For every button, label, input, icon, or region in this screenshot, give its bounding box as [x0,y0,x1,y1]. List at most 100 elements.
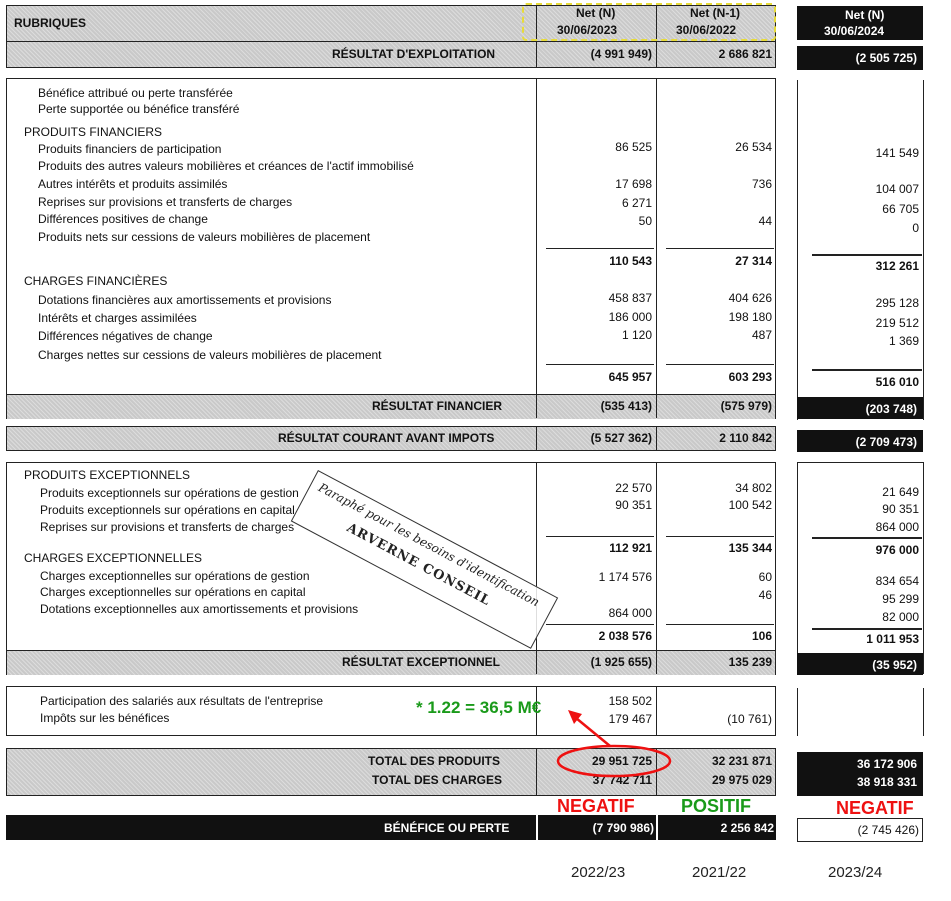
ce-row-label: Charges exceptionnelles sur opérations e… [40,585,306,599]
pf-row-n: 6 271 [621,196,652,210]
pf-total-n1: 27 314 [735,254,772,268]
cf-total-n1: 603 293 [728,370,772,384]
pf-total-n: 110 543 [609,254,652,268]
resultat-exceptionnel-n: (1 925 655) [590,655,652,669]
pe-total-n1: 135 344 [728,541,772,555]
col-2024-cf-2: 1 369 [888,334,919,348]
col-2024-pf-4: 0 [912,221,919,235]
col-2024-pf-2: 104 007 [875,182,919,196]
col-2024-exploitation: (2 505 725) [855,51,917,65]
col-2024-ce-total: 1 011 953 [866,632,919,646]
col-2024-pf-total: 312 261 [875,259,919,273]
ce-row-n: 864 000 [608,606,652,620]
year-label-n: 2022/23 [571,864,626,881]
produits-financiers-heading: PRODUITS FINANCIERS [24,125,163,139]
cf-row-n: 1 120 [621,328,652,342]
pf-row-label: Produits nets sur cessions de valeurs mo… [38,230,371,244]
col-2024-courant: (2 709 473) [855,435,917,449]
col-2024-cf-0: 295 128 [875,296,919,310]
pf-row-n1: 26 534 [735,140,772,154]
col-2024-exceptionnel: (35 952) [872,658,917,672]
benefice-attribue-label: Bénéfice attribué ou perte transférée [38,86,233,100]
resultat-exceptionnel-label: RÉSULTAT EXCEPTIONNEL [342,655,501,669]
participation-label: Participation des salariés aux résultats… [40,694,324,708]
resultat-financier-label: RÉSULTAT FINANCIER [372,399,502,413]
total-produits-label: TOTAL DES PRODUITS [368,754,501,768]
pf-row-n1: 44 [758,214,772,228]
pf-row-n1: 736 [751,177,772,191]
pf-row-n: 50 [638,214,652,228]
highlight-annotation [556,710,672,778]
pe-row-n1: 100 542 [728,498,772,512]
resultat-financier-n1: (575 979) [720,399,772,413]
ce-row-label: Charges exceptionnelles sur opérations d… [40,569,310,583]
resultat-courant-n1: 2 110 842 [719,431,772,445]
cf-row-label: Charges nettes sur cessions de valeurs m… [38,348,382,362]
cf-row-n: 186 000 [608,310,652,324]
resultat-exploitation-label: RÉSULTAT D'EXPLOITATION [332,47,496,61]
negatif-label-n: NEGATIF [557,796,635,816]
cf-row-n1: 404 626 [728,291,772,305]
ce-total-n: 2 038 576 [598,629,652,643]
col-2024-right-border [923,80,924,420]
resultat-exploitation-n: (4 991 949) [590,47,652,61]
col-2024-left-border [797,80,798,420]
resultat-financier-n: (535 413) [600,399,652,413]
col-2024-total-charges: 38 918 331 [856,775,917,789]
pf-row-label: Produits financiers de participation [38,142,222,156]
cf-row-n: 458 837 [608,291,652,305]
col-2024-date: 30/06/2024 [824,24,885,38]
year-label-n1: 2021/22 [692,864,747,881]
benefice-n: (7 790 986) [592,821,654,835]
pe-row-label: Produits exceptionnels sur opérations en… [40,503,295,517]
col-2024-ce-1: 95 299 [882,592,919,606]
col-2024-pe-1: 90 351 [882,502,919,516]
year-label-2024: 2023/24 [828,864,883,881]
pe-row-n: 22 570 [615,481,652,495]
resultat-exceptionnel-n1: 135 239 [728,655,772,669]
charges-exceptionnelles-heading: CHARGES EXCEPTIONNELLES [24,551,203,565]
ce-row-n1: 60 [758,570,772,584]
col-2024-ce-2: 82 000 [882,610,919,624]
perte-supportee-label: Perte supportée ou bénéfice transféré [38,102,240,116]
total-charges-label: TOTAL DES CHARGES [372,773,503,787]
pf-row-label: Reprises sur provisions et transferts de… [38,195,293,209]
pe-row-n: 90 351 [615,498,652,512]
pf-row-label: Produits des autres valeurs mobilières e… [38,159,414,173]
cf-row-n1: 198 180 [728,310,772,324]
cf-row-label: Dotations financières aux amortissements… [38,293,332,307]
ce-row-label: Dotations exceptionnelles aux amortissem… [40,602,359,616]
pf-row-label: Autres intérêts et produits assimilés [38,177,228,191]
red-arrow-shaft [575,717,611,747]
cf-row-n1: 487 [751,328,772,342]
resultat-exploitation-n1: 2 686 821 [718,47,772,61]
pe-row-label: Reprises sur provisions et transferts de… [40,520,295,534]
ce-total-n1: 106 [751,629,772,643]
produits-exceptionnels-heading: PRODUITS EXCEPTIONNELS [24,468,191,482]
red-ellipse [556,744,672,778]
col-2024-pe-2: 864 000 [875,520,919,534]
benefice-label: BÉNÉFICE OU PERTE [384,821,510,835]
pf-row-label: Différences positives de change [38,212,208,226]
rubriques-heading: RUBRIQUES [14,16,87,30]
col-2024-title: Net (N) [845,8,885,22]
negatif-label-2024: NEGATIF [836,798,914,818]
col-2024-pe-0: 21 649 [882,485,919,499]
pe-row-n1: 34 802 [735,481,772,495]
header-divider [6,41,776,42]
col-2024-total-produits: 36 172 906 [856,757,917,771]
pe-total-n: 112 921 [609,541,652,555]
column-highlight [522,3,776,41]
charges-financieres-heading: CHARGES FINANCIÈRES [24,274,168,288]
ce-row-n1: 46 [758,588,772,602]
col-2024-cf-total: 516 010 [875,375,919,389]
positif-label-n1: POSITIF [681,796,752,816]
col-2024-pe-total: 976 000 [875,543,919,557]
col-2024-pf-0: 141 549 [875,146,919,160]
cf-row-label: Intérêts et charges assimilées [38,311,197,325]
pf-row-n: 86 525 [615,140,652,154]
resultat-courant-label: RÉSULTAT COURANT AVANT IMPOTS [278,431,495,445]
benefice-n1: 2 256 842 [720,821,774,835]
col-2024-ce-0: 834 654 [875,574,919,588]
multiplier-annotation: * 1.22 = 36,5 M€ [416,698,542,717]
